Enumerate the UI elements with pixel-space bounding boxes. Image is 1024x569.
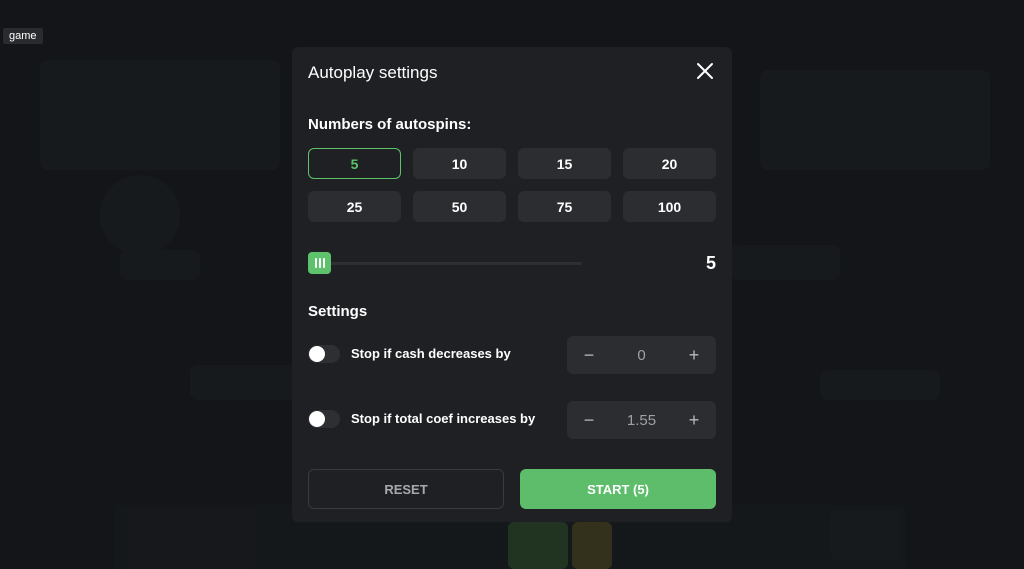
coef-increase-toggle[interactable] <box>308 410 340 428</box>
coef-increase-label: Stop if total coef increases by <box>351 411 536 426</box>
cash-decrease-value[interactable]: 0 <box>607 336 676 374</box>
autospins-option-75[interactable]: 75 <box>518 191 611 222</box>
grip-line <box>322 258 325 268</box>
plus-button[interactable]: + <box>676 401 712 439</box>
cash-decrease-label: Stop if cash decreases by <box>351 346 511 361</box>
autospins-option-25[interactable]: 25 <box>308 191 401 222</box>
minus-button[interactable]: − <box>571 401 607 439</box>
autospins-option-20[interactable]: 20 <box>623 148 716 179</box>
rule-cash-decrease: Stop if cash decreases by − 0 + <box>308 336 716 374</box>
autospins-option-5[interactable]: 5 <box>308 148 401 179</box>
autospins-slider-handle[interactable] <box>308 252 331 274</box>
reset-button[interactable]: RESET <box>308 469 504 509</box>
settings-label: Settings <box>308 303 368 320</box>
autospins-option-10[interactable]: 10 <box>413 148 506 179</box>
autoplay-modal: Autoplay settings Numbers of autospins: … <box>292 47 732 522</box>
plus-button[interactable]: + <box>676 336 712 374</box>
grip-line <box>314 258 317 268</box>
cash-decrease-stepper: − 0 + <box>567 336 716 374</box>
rule-coef-increase: Stop if total coef increases by − 1.55 + <box>308 401 716 439</box>
toggle-knob <box>309 411 325 427</box>
modal-title: Autoplay settings <box>308 63 438 82</box>
autospins-value: 5 <box>705 253 716 273</box>
cash-decrease-toggle[interactable] <box>308 345 340 363</box>
start-button[interactable]: START (5) <box>520 469 716 509</box>
autospins-slider-track[interactable] <box>308 262 582 265</box>
game-tag: game <box>3 28 43 44</box>
minus-button[interactable]: − <box>571 336 607 374</box>
toggle-knob <box>309 346 325 362</box>
coef-increase-value[interactable]: 1.55 <box>607 401 676 439</box>
autospins-option-50[interactable]: 50 <box>413 191 506 222</box>
autospins-label: Numbers of autospins: <box>308 116 472 133</box>
autospins-options: 5 10 15 20 25 50 75 100 <box>308 148 716 222</box>
autospins-option-100[interactable]: 100 <box>623 191 716 222</box>
autospins-option-15[interactable]: 15 <box>518 148 611 179</box>
coef-increase-stepper: − 1.55 + <box>567 401 716 439</box>
close-icon[interactable] <box>695 61 715 81</box>
grip-line <box>318 258 321 268</box>
